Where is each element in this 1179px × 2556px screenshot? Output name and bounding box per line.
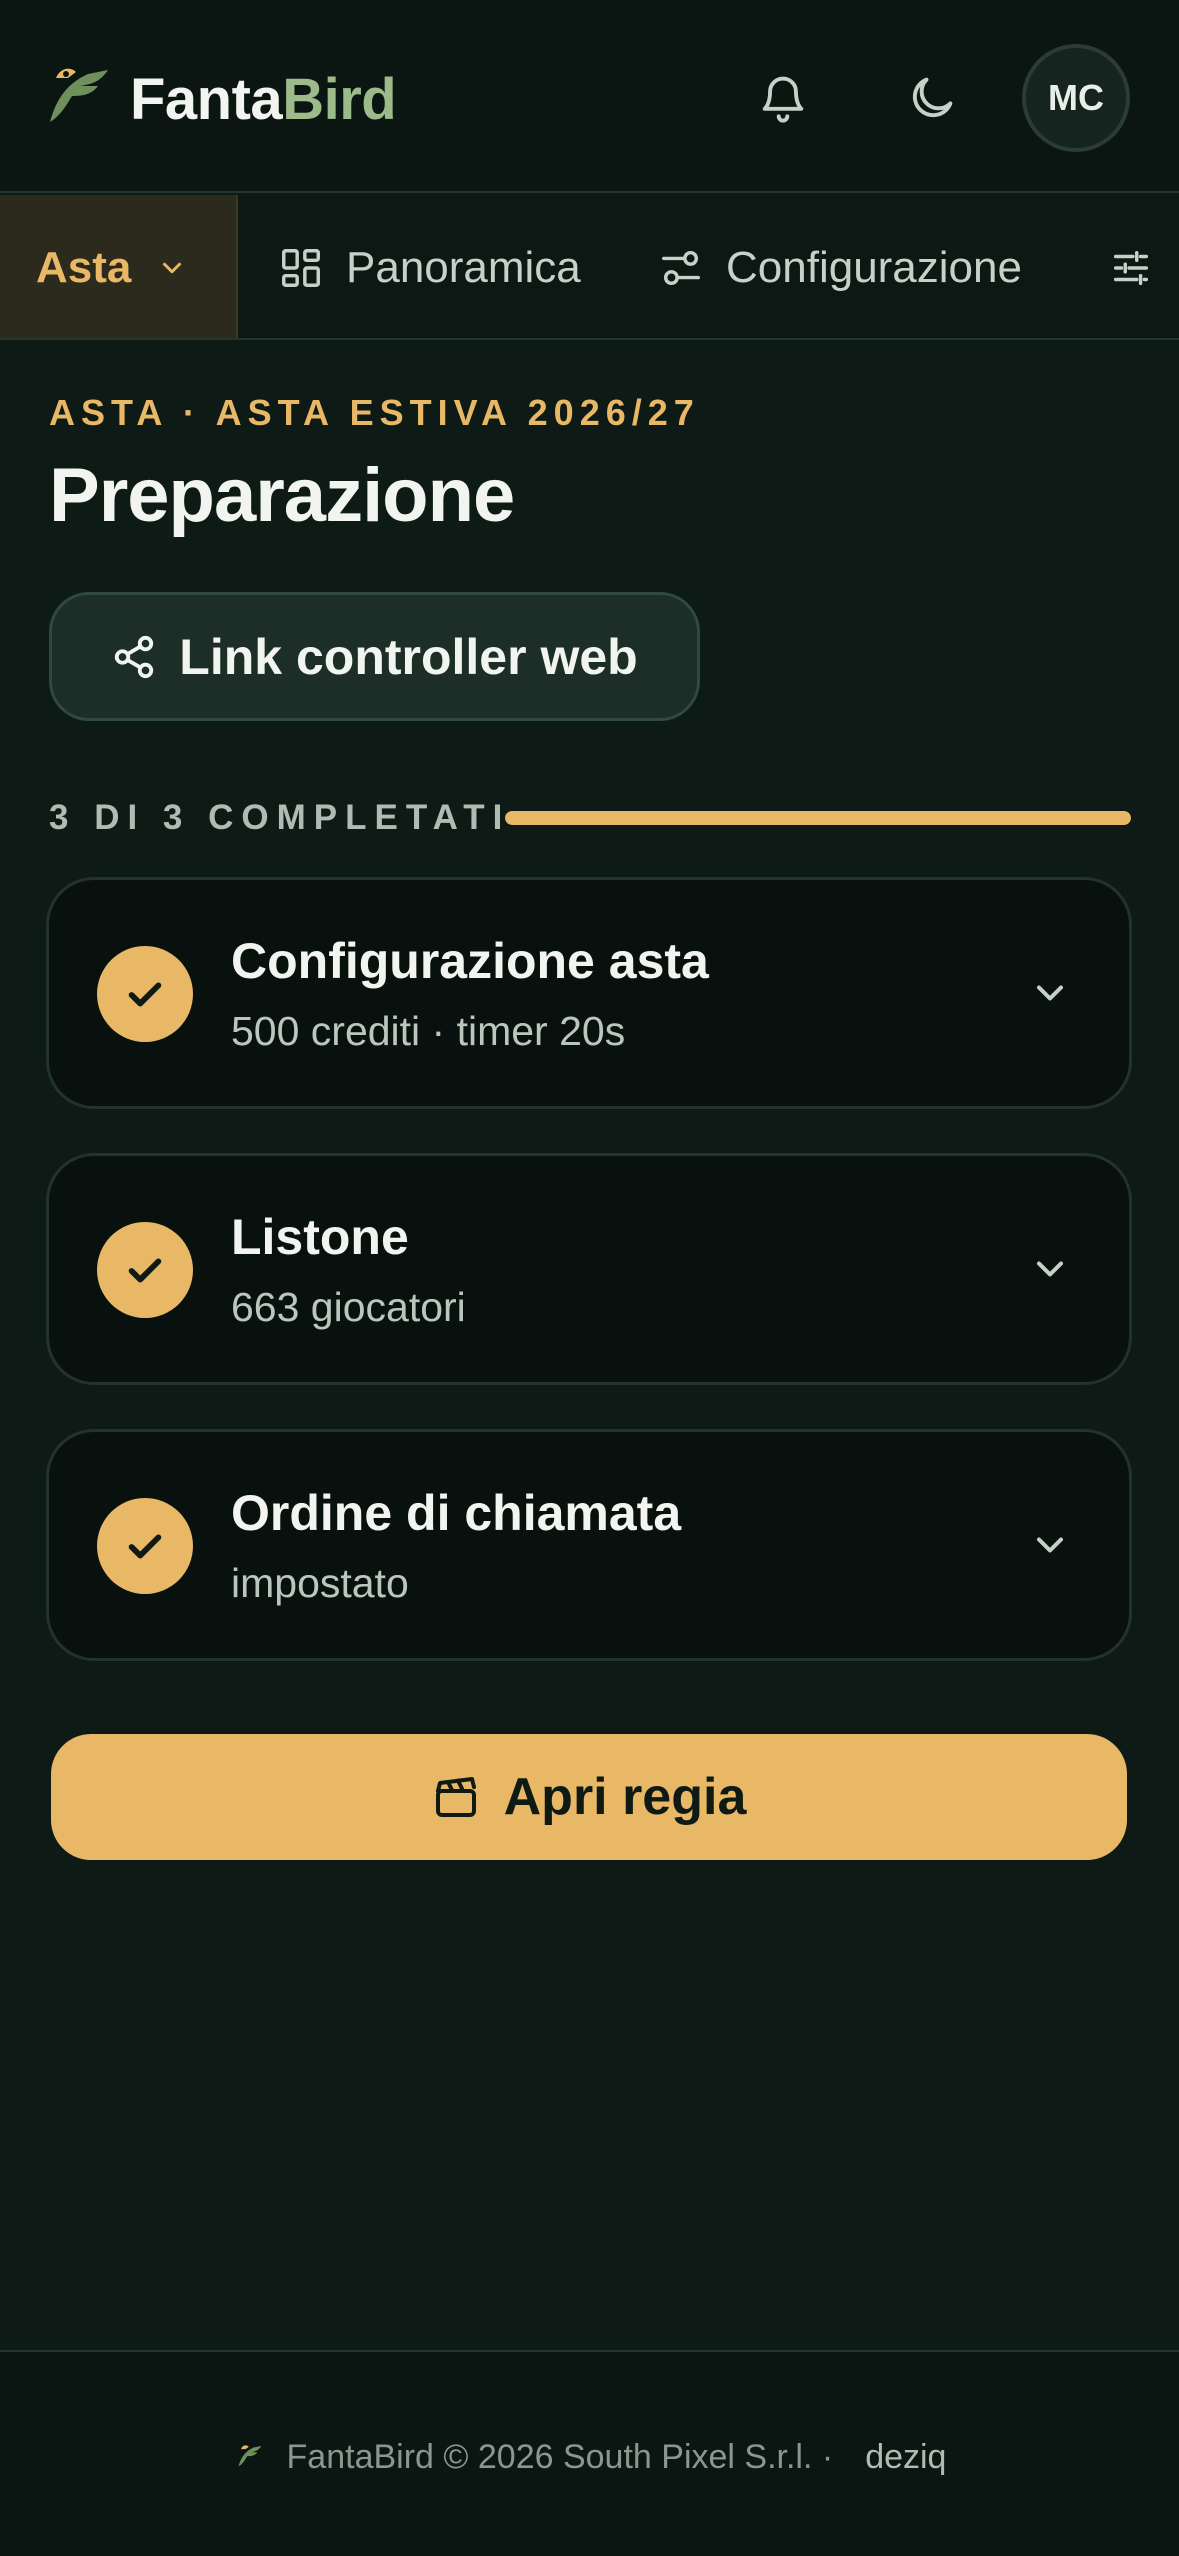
app-header: FantaBird MC [0, 0, 1179, 193]
fantabird-logo-icon[interactable] [36, 60, 112, 136]
page-footer: FantaBird © 2026 South Pixel S.r.l. · de… [0, 2350, 1179, 2556]
step-done-badge [97, 1498, 193, 1594]
step-title: Ordine di chiamata [231, 1485, 682, 1541]
step-title: Listone [231, 1209, 409, 1265]
check-icon [128, 1258, 162, 1283]
progress-label: 3 DI 3 COMPLETATI [49, 798, 511, 837]
page-eyebrow: ASTA · ASTA ESTIVA 2026/27 [49, 392, 700, 433]
theme-toggle-button[interactable] [896, 62, 968, 134]
expand-step-button[interactable] [1025, 968, 1075, 1018]
step-card-configurazione[interactable]: Configurazione asta 500 crediti · timer … [46, 877, 1132, 1109]
apri-regia-label: Apri regia [503, 1768, 747, 1826]
link-controller-web-button[interactable]: Link controller web [49, 592, 700, 721]
step-done-badge [97, 1222, 193, 1318]
section-nav: Asta Panoramica Configurazione [0, 195, 1179, 340]
nav-asta-label: Asta [36, 242, 132, 292]
notifications-button[interactable] [747, 62, 819, 134]
step-card-ordine[interactable]: Ordine di chiamata impostato [46, 1429, 1132, 1661]
expand-step-button[interactable] [1025, 1520, 1075, 1570]
chevron-down-icon [163, 262, 182, 273]
tab-panoramica[interactable]: Panoramica [278, 195, 581, 338]
step-card-listone[interactable]: Listone 663 giocatori [46, 1153, 1132, 1385]
chevron-down-icon [1036, 985, 1064, 1001]
step-subtitle: 663 giocatori [231, 1284, 466, 1330]
brand-part2: Bird [282, 67, 397, 132]
brand-part1: Fanta [130, 67, 283, 132]
page-title: Preparazione [49, 453, 515, 538]
clapperboard-icon [435, 1777, 476, 1817]
step-subtitle: impostato [231, 1560, 409, 1606]
step-done-badge [97, 946, 193, 1042]
progress-bar [505, 811, 1131, 825]
step-subtitle: 500 crediti · timer 20s [231, 1008, 626, 1054]
step-title: Configurazione asta [231, 933, 709, 989]
fantabird-small-logo-icon [238, 2445, 261, 2467]
nav-asta-dropdown[interactable]: Asta [0, 195, 238, 338]
user-avatar[interactable]: MC [1022, 44, 1130, 152]
progress-fill [505, 811, 1131, 825]
brand-name[interactable]: FantaBird [130, 66, 397, 133]
grid-icon [282, 248, 320, 287]
tab-more[interactable] [1108, 195, 1154, 338]
check-icon [128, 982, 162, 1007]
tab-configurazione-label: Configurazione [726, 242, 1022, 292]
tab-panoramica-label: Panoramica [346, 242, 581, 292]
tab-configurazione[interactable]: Configurazione [658, 195, 1022, 338]
chevron-down-icon [1036, 1537, 1064, 1553]
filters-icon [1113, 250, 1149, 285]
link-controller-web-label: Link controller web [179, 628, 638, 685]
footer-copyright: FantaBird © 2026 South Pixel S.r.l. · [286, 2437, 834, 2476]
footer-row: FantaBird © 2026 South Pixel S.r.l. · de… [0, 2432, 1179, 2482]
chevron-down-icon [1036, 1261, 1064, 1277]
share-icon [115, 635, 154, 678]
sliders-icon [662, 250, 700, 285]
expand-step-button[interactable] [1025, 1244, 1075, 1294]
apri-regia-button[interactable]: Apri regia [51, 1734, 1127, 1860]
footer-link-deziq[interactable]: deziq [865, 2438, 946, 2477]
bell-icon [762, 76, 804, 123]
check-icon [128, 1534, 162, 1559]
moon-icon [912, 77, 953, 118]
